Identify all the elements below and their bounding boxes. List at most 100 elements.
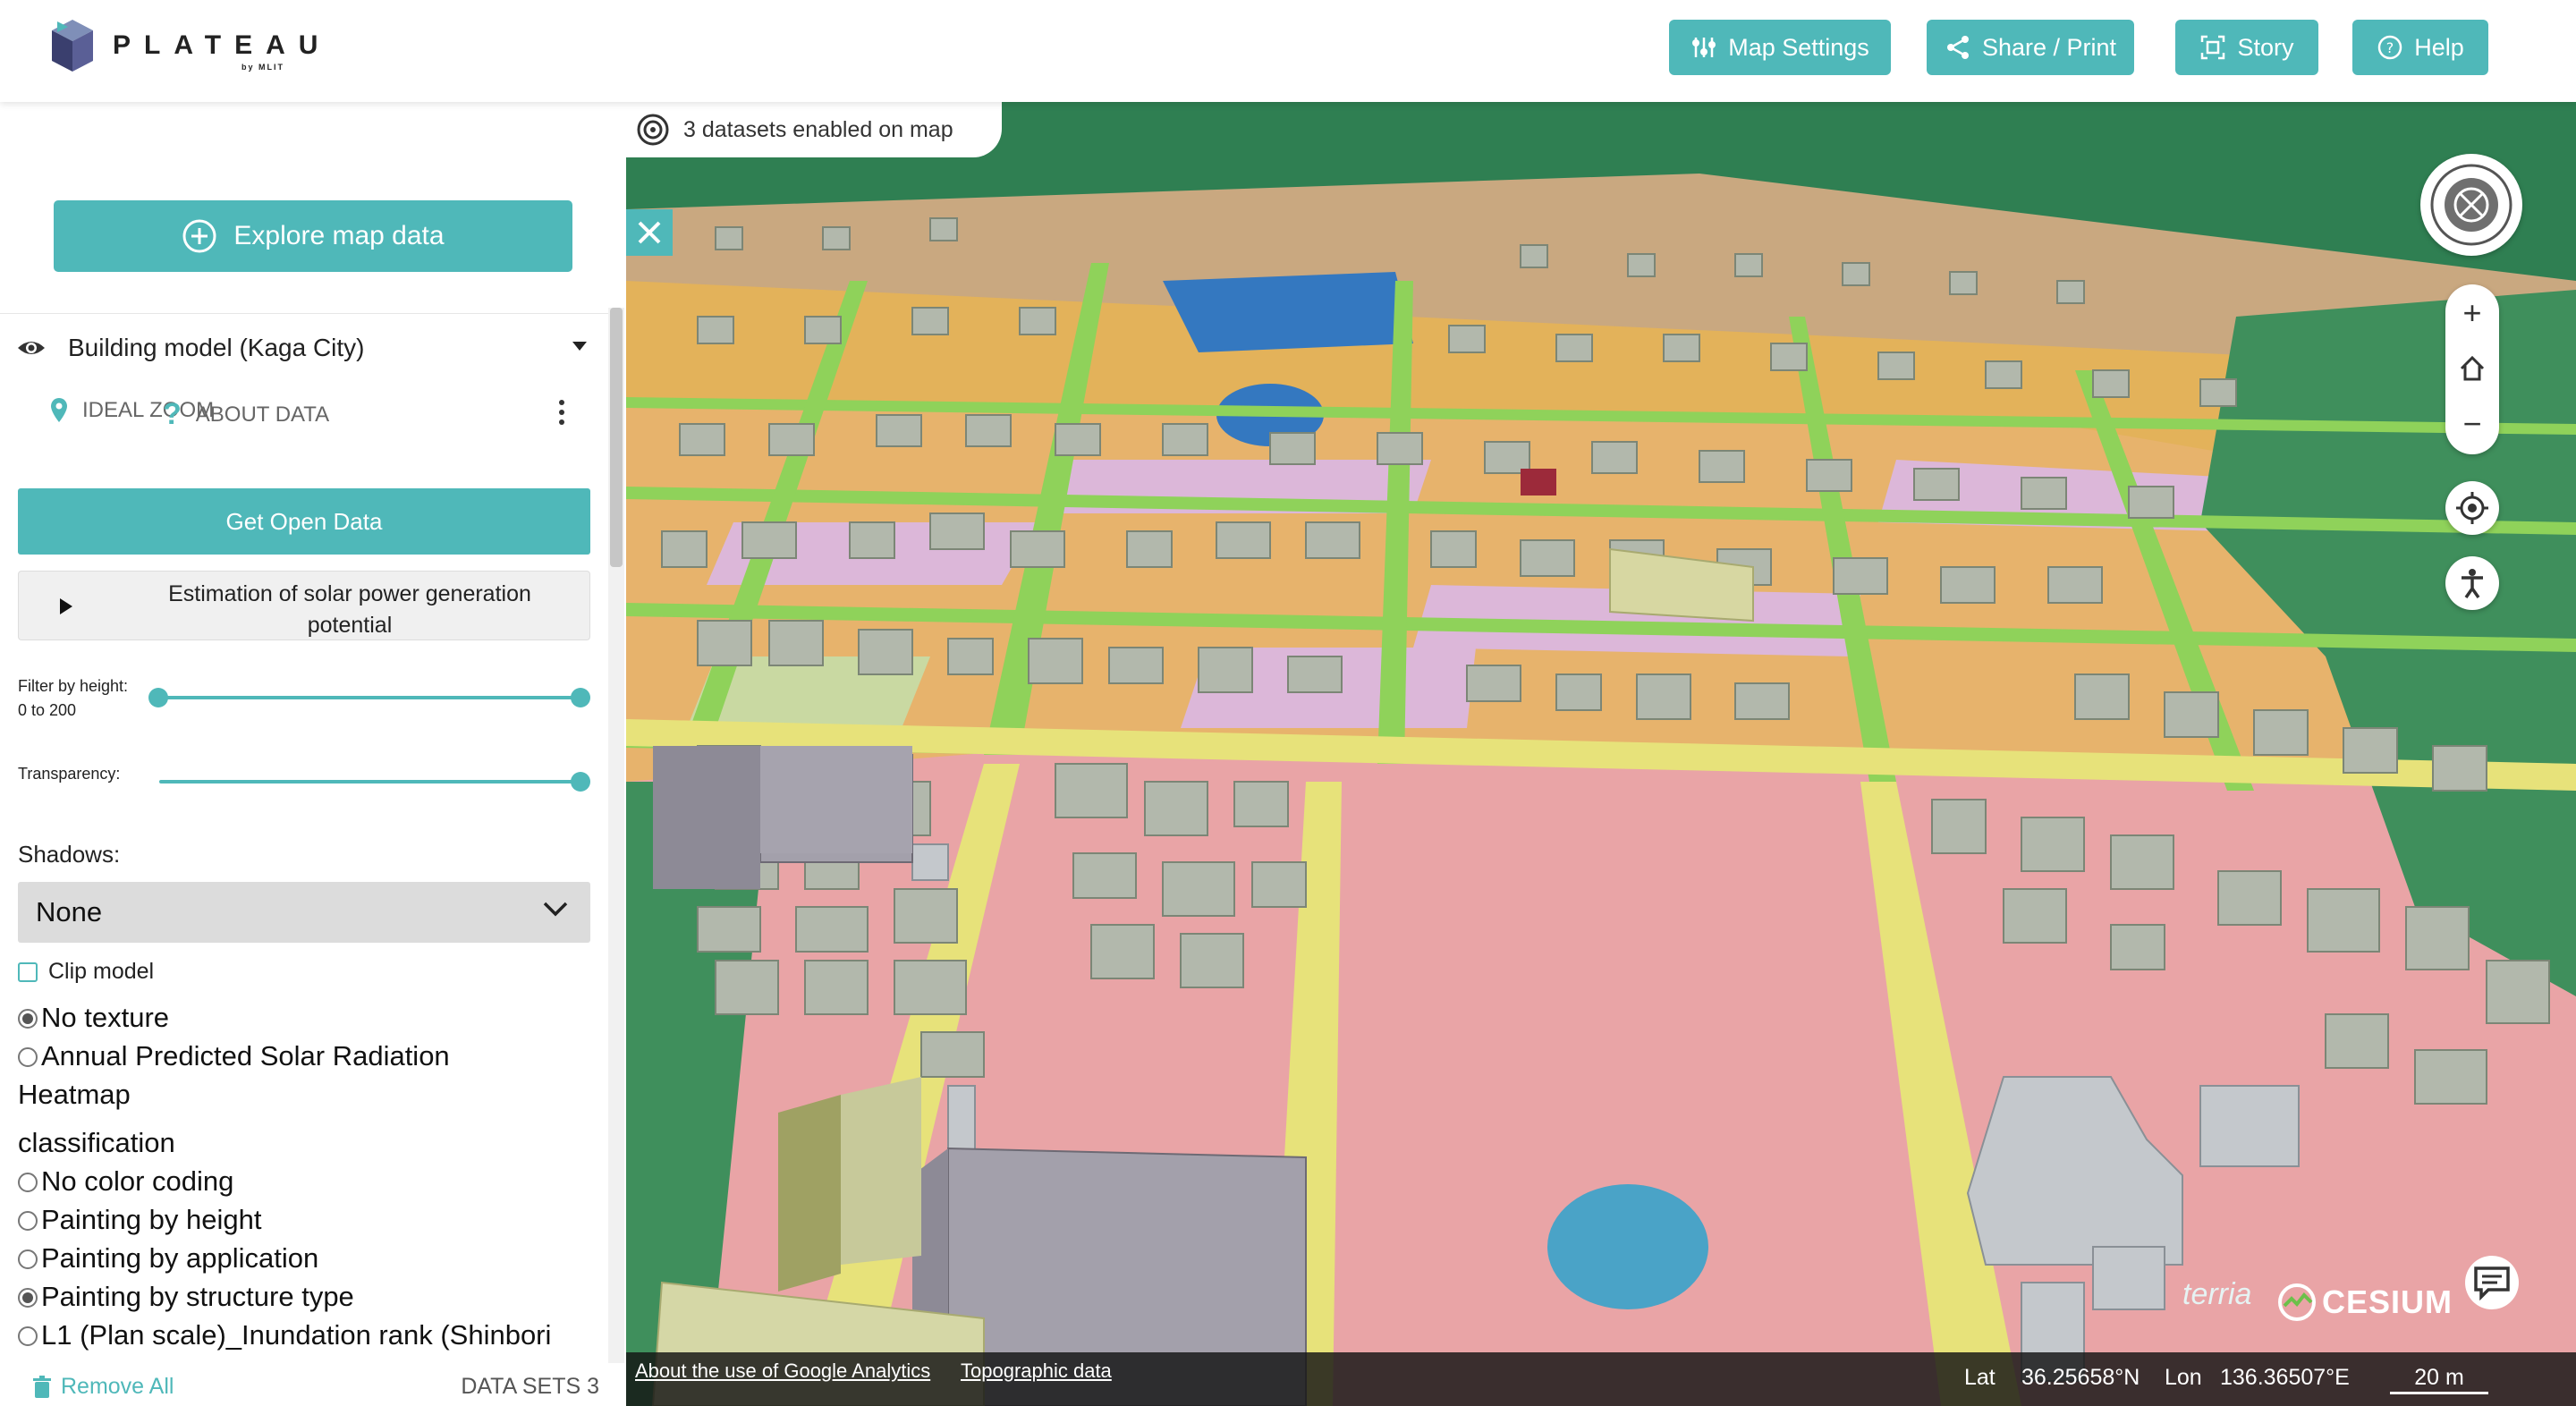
close-panel-button[interactable] (626, 209, 673, 256)
radio-painting-by-application[interactable]: Painting by application (18, 1242, 318, 1275)
lon-label: Lon (2165, 1365, 2202, 1390)
radio-painting-by-structure[interactable]: Painting by structure type (18, 1281, 354, 1313)
workbench-sidebar: Explore map data Building model (Kaga Ci… (0, 102, 626, 1406)
get-open-data-button[interactable]: Get Open Data (18, 488, 590, 555)
zoom-out-icon[interactable]: − (2445, 397, 2499, 451)
google-analytics-link[interactable]: About the use of Google Analytics (635, 1359, 930, 1383)
help-icon: ? (2377, 35, 2402, 60)
sidebar-scrollbar[interactable] (608, 308, 624, 1363)
share-icon (1946, 36, 1969, 59)
radio-label: L1 (Plan scale)_Inundation rank (Shinbor… (41, 1319, 552, 1351)
close-icon (638, 221, 661, 244)
scroll-thumb[interactable] (610, 308, 623, 567)
eye-icon[interactable] (16, 337, 47, 359)
locate-button[interactable] (2445, 481, 2499, 535)
radio-button[interactable] (18, 1047, 38, 1067)
radio-button[interactable] (18, 1173, 38, 1192)
radio-label: No texture (41, 1002, 170, 1033)
filter-height-label: Filter by height: 0 to 200 (18, 674, 128, 723)
filter-range-text: 0 to 200 (18, 701, 77, 719)
datasets-enabled-text: 3 datasets enabled on map (683, 116, 953, 142)
about-data-button[interactable]: ? ABOUT DATA (163, 397, 329, 432)
radio-button[interactable] (18, 1326, 38, 1346)
terria-logo: terria (2182, 1277, 2252, 1311)
locate-icon (2456, 492, 2488, 524)
datasets-count: DATA SETS 3 (461, 1374, 599, 1399)
clip-model-checkbox[interactable] (18, 961, 38, 982)
chevron-down-icon (543, 902, 568, 917)
explore-map-data-button[interactable]: Explore map data (54, 200, 572, 272)
radio-button[interactable] (18, 1249, 38, 1269)
scale-label: 20 m (2414, 1365, 2464, 1390)
play-icon (60, 598, 72, 614)
cesium-icon (2278, 1283, 2316, 1321)
transparency-handle[interactable] (571, 772, 590, 792)
logo-text: PLATEAU (113, 30, 332, 60)
height-filter-max-handle[interactable] (571, 688, 590, 707)
dataset-header[interactable]: Building model (Kaga City) (16, 326, 597, 370)
lat-label: Lat (1964, 1365, 1996, 1390)
map-viewport[interactable] (626, 102, 2576, 1406)
radio-button[interactable] (18, 1211, 38, 1231)
map-settings-button[interactable]: Map Settings (1669, 20, 1891, 75)
story-button[interactable]: Story (2175, 20, 2318, 75)
transparency-slider[interactable] (159, 780, 581, 783)
feedback-button[interactable] (2465, 1256, 2519, 1309)
feedback-icon (2474, 1266, 2510, 1300)
home-icon[interactable] (2445, 342, 2499, 395)
about-data-label: ABOUT DATA (195, 402, 330, 427)
city-3d-scene[interactable] (626, 102, 2576, 1406)
pedestrian-mode-button[interactable] (2445, 556, 2499, 610)
radio-painting-by-height[interactable]: Painting by height (18, 1204, 261, 1236)
radio-button[interactable] (18, 1009, 38, 1029)
radio-label: No color coding (41, 1165, 234, 1197)
topographic-data-link[interactable]: Topographic data (961, 1359, 1112, 1383)
pin-icon (51, 398, 67, 422)
height-filter-min-handle[interactable] (148, 688, 168, 707)
help-label: Help (2414, 33, 2464, 61)
height-filter-slider[interactable] (159, 696, 581, 699)
compass-control[interactable] (2420, 154, 2522, 256)
compass-icon (2430, 164, 2512, 246)
share-print-label: Share / Print (1981, 33, 2117, 61)
filter-label-text: Filter by height: (18, 677, 129, 695)
datasets-enabled-pill[interactable]: 3 datasets enabled on map (626, 102, 1002, 157)
shadows-select[interactable]: None (18, 882, 590, 943)
chevron-down-icon[interactable] (572, 342, 587, 351)
radio-button[interactable] (18, 1288, 38, 1308)
radio-inundation-rank[interactable]: L1 (Plan scale)_Inundation rank (Shinbor… (18, 1319, 551, 1351)
pedestrian-icon (2462, 569, 2483, 599)
divider (0, 313, 608, 314)
radio-label: Painting by height (41, 1204, 262, 1235)
transparency-label: Transparency: (18, 765, 121, 783)
plateau-logo-icon[interactable] (50, 18, 95, 73)
workbench-footer: Remove All DATA SETS 3 (0, 1363, 608, 1406)
help-button[interactable]: ? Help (2352, 20, 2488, 75)
dataset-actions: IDEAL ZOOM ? ABOUT DATA (45, 397, 581, 433)
dataset-title: Building model (Kaga City) (68, 334, 365, 361)
clip-model-checkbox-row[interactable]: Clip model (18, 959, 154, 985)
lon-value: 136.36507°E (2220, 1365, 2350, 1390)
radio-solar-radiation[interactable]: Annual Predicted Solar Radiation (18, 1040, 450, 1072)
layers-icon (637, 114, 669, 146)
radio-no-color-coding[interactable]: No color coding (18, 1165, 233, 1198)
solar-line-2: potential (307, 613, 393, 638)
cesium-logo: CESIUM (2277, 1283, 2453, 1322)
radio-no-texture[interactable]: No texture (18, 1002, 169, 1034)
remove-all-button[interactable]: Remove All (32, 1374, 174, 1400)
kebab-icon[interactable] (556, 397, 567, 431)
solar-estimation-toggle[interactable]: Estimation of solar power generation pot… (18, 571, 590, 640)
solar-line-1: Estimation of solar power generation (168, 581, 531, 606)
lat-value: 36.25658°N (2021, 1365, 2140, 1390)
plus-circle-icon (182, 219, 216, 253)
app-header: PLATEAU by MLIT Map Settings Share / Pri… (0, 0, 2576, 102)
map-status-bar: About the use of Google Analytics Topogr… (626, 1352, 2576, 1406)
zoom-in-icon[interactable]: + (2445, 286, 2499, 340)
sliders-icon (1692, 38, 1716, 57)
map-settings-label: Map Settings (1728, 33, 1869, 61)
scale-bar (2390, 1392, 2488, 1394)
trash-icon (33, 1375, 51, 1398)
explore-label: Explore map data (233, 221, 445, 250)
share-print-button[interactable]: Share / Print (1927, 20, 2134, 75)
svg-text:?: ? (2386, 39, 2394, 56)
